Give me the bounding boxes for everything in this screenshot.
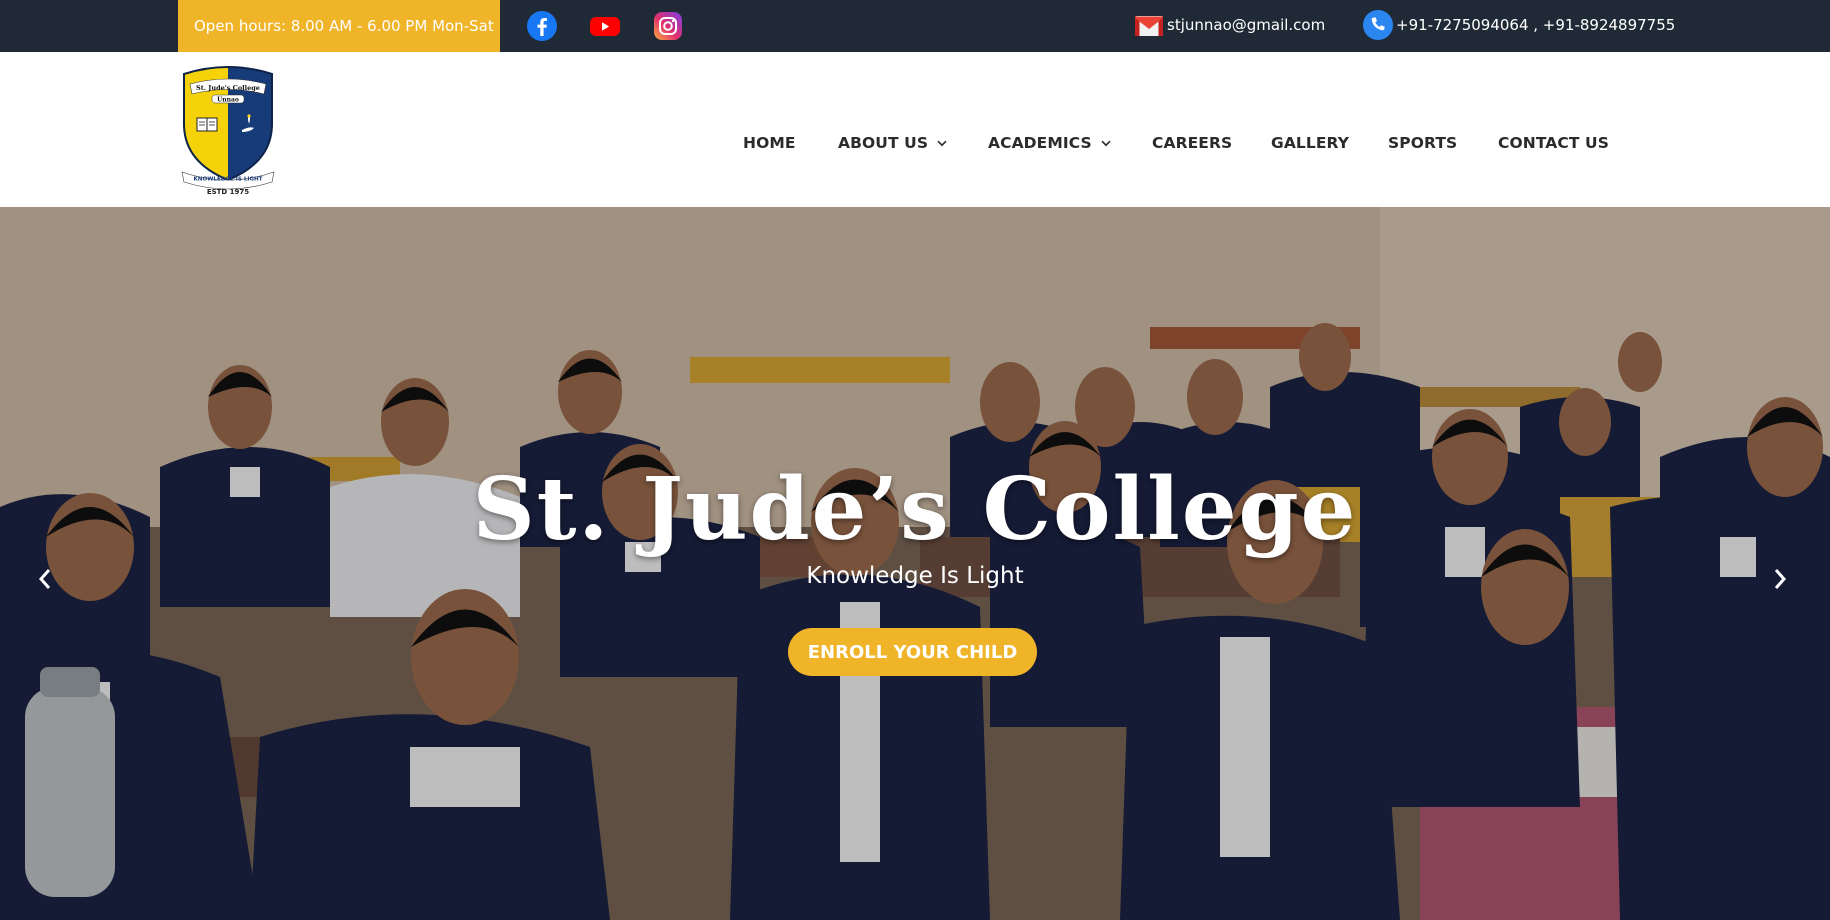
school-logo[interactable]: St. Jude's College Unnao KNOWLEDGE IS LI… xyxy=(178,62,278,198)
crest-name: St. Jude's College xyxy=(196,84,260,92)
phone-icon xyxy=(1363,10,1393,40)
nav-home-label: HOME xyxy=(743,134,796,152)
slider-prev-button[interactable] xyxy=(30,559,60,599)
nav-gallery-label: GALLERY xyxy=(1271,134,1350,152)
nav-careers-label: CAREERS xyxy=(1152,134,1233,152)
slider-next-button[interactable] xyxy=(1765,559,1795,599)
phone-contact[interactable]: +91-7275094064 , +91-8924897755 xyxy=(1362,9,1675,41)
top-bar: Open hours: 8.00 AM - 6.00 PM Mon-Sat st… xyxy=(0,0,1830,52)
opening-hours: Open hours: 8.00 AM - 6.00 PM Mon-Sat xyxy=(178,0,500,52)
instagram-icon[interactable] xyxy=(652,10,684,42)
facebook-icon[interactable] xyxy=(526,10,558,42)
site-header: St. Jude's College Unnao KNOWLEDGE IS LI… xyxy=(0,52,1830,207)
email-contact[interactable]: stjunnao@gmail.com xyxy=(1133,9,1325,41)
email-address: stjunnao@gmail.com xyxy=(1167,16,1326,34)
nav-contact-us-label: CONTACT US xyxy=(1498,134,1609,152)
mail-icon xyxy=(1135,16,1163,36)
hero-subtitle: Knowledge Is Light xyxy=(806,563,1024,589)
nav-sports[interactable]: SPORTS xyxy=(1388,134,1457,152)
chevron-right-icon xyxy=(1774,569,1787,589)
nav-careers[interactable]: CAREERS xyxy=(1152,134,1232,152)
nav-gallery[interactable]: GALLERY xyxy=(1271,134,1349,152)
chevron-down-icon xyxy=(937,140,947,146)
nav-about-us[interactable]: ABOUT US xyxy=(838,134,947,152)
nav-home[interactable]: HOME xyxy=(743,134,796,152)
enroll-button[interactable]: ENROLL YOUR CHILD xyxy=(788,628,1037,676)
nav-academics[interactable]: ACADEMICS xyxy=(988,134,1111,152)
chevron-down-icon xyxy=(1101,140,1111,146)
nav-academics-label: ACADEMICS xyxy=(988,134,1092,152)
crest-motto: KNOWLEDGE IS LIGHT xyxy=(193,177,262,183)
main-nav: HOME ABOUT US ACADEMICS CAREERS GALLERY … xyxy=(0,134,1830,158)
youtube-icon[interactable] xyxy=(589,10,621,42)
nav-about-us-label: ABOUT US xyxy=(838,134,929,152)
hero-slider: St. Jude’s College Knowledge Is Light EN… xyxy=(0,207,1830,920)
phone-numbers: +91-7275094064 , +91-8924897755 xyxy=(1396,16,1676,34)
nav-contact-us[interactable]: CONTACT US xyxy=(1498,134,1609,152)
established-year: ESTD 1975 xyxy=(207,188,249,196)
hero-title: St. Jude’s College xyxy=(472,459,1358,560)
chevron-left-icon xyxy=(38,569,51,589)
nav-sports-label: SPORTS xyxy=(1388,134,1458,152)
crest-place: Unnao xyxy=(217,96,239,103)
